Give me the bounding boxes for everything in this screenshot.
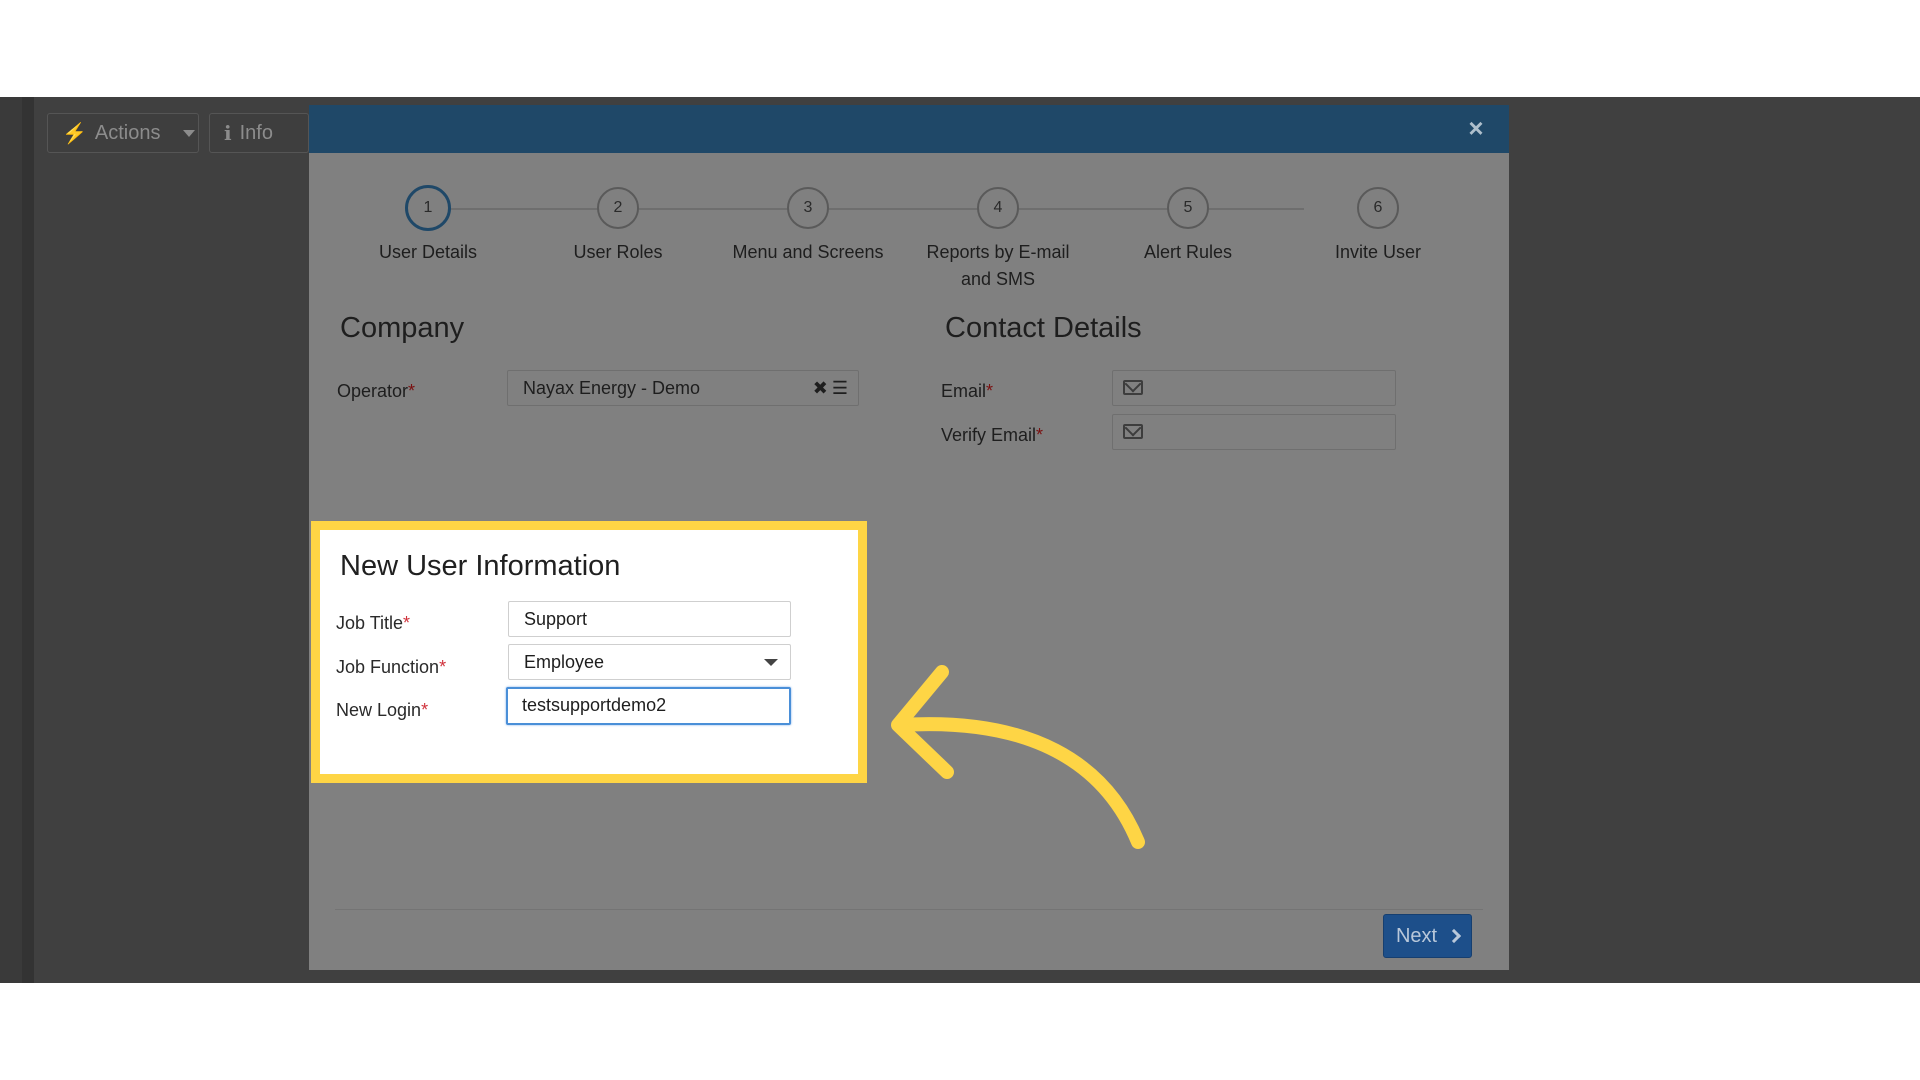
clear-icon[interactable]: ✖ bbox=[813, 371, 828, 405]
new-login-label-text: New Login bbox=[336, 700, 422, 720]
step-user-details[interactable]: 1 User Details bbox=[328, 185, 528, 266]
job-title-value: Support bbox=[524, 609, 588, 629]
background-left-sidebar bbox=[0, 97, 34, 983]
step-label: User Details bbox=[378, 242, 478, 262]
required-mark: * bbox=[986, 381, 994, 401]
step-circle: 6 bbox=[1357, 187, 1399, 229]
required-mark: * bbox=[1036, 425, 1044, 445]
operator-field[interactable]: Nayax Energy - Demo ✖ ☰ bbox=[507, 370, 859, 406]
chevron-right-icon bbox=[1446, 928, 1462, 944]
caret-down-icon bbox=[764, 659, 778, 666]
operator-value: Nayax Energy - Demo bbox=[523, 378, 701, 398]
step-circle: 4 bbox=[977, 187, 1019, 229]
email-label: Email* bbox=[941, 381, 993, 402]
bolt-icon: ⚡ bbox=[62, 122, 87, 145]
job-title-input[interactable]: Support bbox=[508, 601, 791, 637]
next-label: Next bbox=[1395, 924, 1438, 947]
job-title-label-text: Job Title bbox=[336, 613, 404, 633]
required-mark: * bbox=[421, 700, 429, 720]
step-invite-user[interactable]: 6 Invite User bbox=[1278, 187, 1478, 266]
new-user-information-highlight: New User Information Job Title* Support … bbox=[311, 521, 867, 783]
step-menu-and-screens[interactable]: 3 Menu and Screens bbox=[708, 187, 908, 266]
footer-divider bbox=[335, 909, 1483, 910]
envelope-icon bbox=[1123, 380, 1143, 395]
screen-backdrop: ⚡ Actions i Info × 1 User Details 2 User… bbox=[0, 97, 1920, 983]
actions-label: Actions bbox=[94, 121, 161, 144]
job-title-label: Job Title* bbox=[336, 613, 410, 634]
step-label: Alert Rules bbox=[1143, 242, 1233, 262]
step-user-roles[interactable]: 2 User Roles bbox=[518, 187, 718, 266]
yellow-arrow-annotation bbox=[891, 665, 1145, 849]
next-button[interactable]: Next bbox=[1383, 914, 1472, 958]
verify-email-label-text: Verify Email bbox=[941, 425, 1037, 445]
step-label: Menu and Screens bbox=[732, 242, 884, 262]
envelope-icon bbox=[1123, 424, 1143, 439]
new-login-value: testsupportdemo2 bbox=[522, 695, 667, 715]
verify-email-label: Verify Email* bbox=[941, 425, 1043, 446]
required-mark: * bbox=[408, 381, 416, 401]
step-circle: 3 bbox=[787, 187, 829, 229]
list-icon[interactable]: ☰ bbox=[832, 371, 848, 405]
modal-header: × bbox=[309, 105, 1509, 153]
job-function-value: Employee bbox=[524, 652, 605, 672]
operator-label: Operator* bbox=[337, 381, 415, 402]
job-function-select[interactable]: Employee bbox=[508, 644, 791, 680]
arrow-curve bbox=[893, 717, 1145, 849]
required-mark: * bbox=[439, 657, 447, 677]
email-label-text: Email bbox=[941, 381, 987, 401]
required-mark: * bbox=[403, 613, 411, 633]
contact-section-title: Contact Details bbox=[945, 312, 1142, 344]
step-circle: 2 bbox=[597, 187, 639, 229]
operator-label-text: Operator bbox=[337, 381, 409, 401]
step-alert-rules[interactable]: 5 Alert Rules bbox=[1088, 187, 1288, 266]
background-actions-button: ⚡ Actions bbox=[47, 113, 199, 153]
background-info-button: i Info bbox=[209, 113, 309, 153]
operator-icons: ✖ ☰ bbox=[813, 371, 848, 405]
step-circle: 5 bbox=[1167, 187, 1209, 229]
new-login-label: New Login* bbox=[336, 700, 428, 721]
new-user-section-title: New User Information bbox=[340, 550, 621, 582]
job-function-label: Job Function* bbox=[336, 657, 446, 678]
info-icon: i bbox=[224, 121, 232, 145]
email-field[interactable] bbox=[1112, 370, 1396, 406]
job-function-label-text: Job Function bbox=[336, 657, 440, 677]
step-label: User Roles bbox=[573, 242, 663, 262]
step-label: Invite User bbox=[1334, 242, 1422, 262]
caret-down-icon bbox=[182, 129, 195, 137]
info-label: Info bbox=[239, 121, 273, 144]
company-section-title: Company bbox=[340, 312, 465, 344]
verify-email-field[interactable] bbox=[1112, 414, 1396, 450]
step-label: Reports by E-mail and SMS bbox=[926, 242, 1070, 289]
step-reports-by-email-and-sms[interactable]: 4 Reports by E-mail and SMS bbox=[923, 187, 1073, 293]
new-login-input[interactable]: testsupportdemo2 bbox=[506, 687, 791, 725]
close-icon[interactable]: × bbox=[1461, 113, 1491, 143]
step-circle: 1 bbox=[405, 185, 451, 231]
